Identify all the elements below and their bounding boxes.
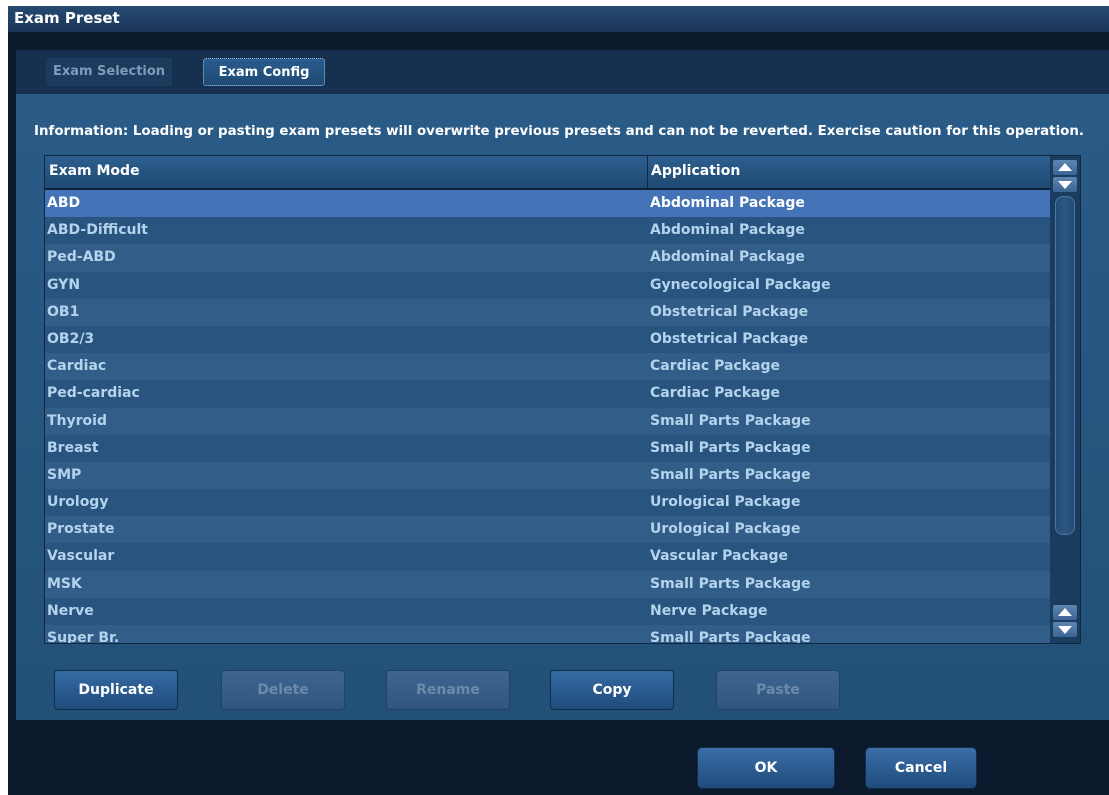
table-row[interactable]: Thyroid Small Parts Package [45,407,1050,435]
table-row[interactable]: MSK Small Parts Package [45,570,1050,598]
rename-button[interactable]: Rename [386,670,510,710]
exam-mode-cell: Nerve [47,602,94,619]
application-cell: Small Parts Package [650,575,811,592]
table-row[interactable]: Super Br. Small Parts Package [45,625,1050,644]
arrow-down-icon [1058,626,1072,634]
table-row[interactable]: Cardiac Cardiac Package [45,353,1050,381]
application-cell: Vascular Package [650,548,789,565]
exam-mode-cell: Cardiac [47,358,107,375]
application-cell: Abdominal Package [650,249,805,266]
exam-mode-cell: Ped-cardiac [47,385,140,402]
exam-mode-cell: ABD [47,195,81,211]
scroll-up-bottom-button[interactable] [1053,605,1077,620]
delete-button[interactable]: Delete [221,670,345,710]
exam-mode-cell: Thyroid [47,412,107,429]
application-cell: Cardiac Package [650,385,780,402]
exam-mode-cell: SMP [47,466,82,483]
application-cell: Small Parts Package [650,466,811,483]
table-row[interactable]: OB1 Obstetrical Package [45,298,1050,326]
table-row[interactable]: SMP Small Parts Package [45,461,1050,490]
table-row[interactable]: Ped-cardiac Cardiac Package [45,380,1050,408]
duplicate-button[interactable]: Duplicate [54,670,178,710]
table-row[interactable]: Breast Small Parts Package [45,434,1050,462]
window-title: Exam Preset [14,9,120,27]
application-cell: Small Parts Package [650,630,811,644]
info-message: Information: Loading or pasting exam pre… [34,124,1084,139]
table-row[interactable]: Prostate Urological Package [45,516,1050,544]
table-row[interactable]: Nerve Nerve Package [45,597,1050,625]
tab-strip: Exam Selection Exam Config [16,50,1109,94]
table-header: Exam Mode Application [45,156,1050,190]
table-row[interactable]: Vascular Vascular Package [45,543,1050,571]
exam-mode-table: Exam Mode Application ABD Abdominal Packa… [44,155,1081,644]
application-cell: Nerve Package [650,602,768,619]
application-cell: Gynecological Package [650,276,831,293]
column-header-exam-mode[interactable]: Exam Mode [49,163,140,179]
tab-exam-selection[interactable]: Exam Selection [46,58,172,86]
table-row[interactable]: ABD-Difficult Abdominal Package [45,217,1050,245]
exam-mode-cell: Prostate [47,521,115,538]
title-bar: Exam Preset [8,6,1109,32]
table-row[interactable]: Ped-ABD Abdominal Package [45,244,1050,272]
application-cell: Small Parts Package [650,412,811,429]
table-row[interactable]: Urology Urological Package [45,489,1050,517]
copy-button[interactable]: Copy [550,670,674,710]
application-cell: Small Parts Package [650,439,811,456]
column-header-application[interactable]: Application [651,163,740,179]
scroll-down-bottom-button[interactable] [1053,622,1077,637]
paste-button[interactable]: Paste [716,670,840,710]
table-row[interactable]: ABD Abdominal Package [45,190,1050,218]
arrow-down-icon [1058,181,1072,189]
table-row[interactable]: OB2/3 Obstetrical Package [45,325,1050,354]
exam-mode-cell: OB1 [47,303,80,320]
table-body: ABD Abdominal Package ABD-Difficult Abdomin… [45,190,1050,644]
exam-mode-cell: Breast [47,439,99,456]
exam-mode-cell: Super Br. [47,630,120,644]
application-cell: Abdominal Package [650,195,805,211]
exam-mode-cell: MSK [47,575,82,592]
table-row[interactable]: GYN Gynecological Package [45,271,1050,299]
exam-mode-cell: Urology [47,494,109,511]
exam-mode-cell: ABD-Difficult [47,222,148,239]
exam-mode-cell: GYN [47,276,81,293]
application-cell: Abdominal Package [650,222,805,239]
cancel-button[interactable]: Cancel [865,747,977,789]
scroll-up-top-button[interactable] [1053,160,1077,175]
arrow-up-icon [1058,163,1072,171]
application-cell: Urological Package [650,494,801,511]
scroll-down-top-button[interactable] [1053,177,1077,192]
scrollbar-thumb[interactable] [1055,196,1075,535]
exam-config-panel: Information: Loading or pasting exam pre… [16,94,1109,720]
application-cell: Cardiac Package [650,358,780,375]
vertical-scrollbar[interactable] [1050,156,1080,643]
arrow-up-icon [1058,608,1072,616]
ok-button[interactable]: OK [697,747,835,789]
column-divider [647,156,648,188]
application-cell: Urological Package [650,521,801,538]
exam-mode-cell: Ped-ABD [47,249,116,266]
exam-mode-cell: OB2/3 [47,330,95,347]
exam-preset-window: Exam Preset Exam Selection Exam Config I… [8,6,1109,795]
application-cell: Obstetrical Package [650,303,809,320]
application-cell: Obstetrical Package [650,330,809,347]
tab-exam-config[interactable]: Exam Config [203,58,325,86]
exam-mode-cell: Vascular [47,548,115,565]
